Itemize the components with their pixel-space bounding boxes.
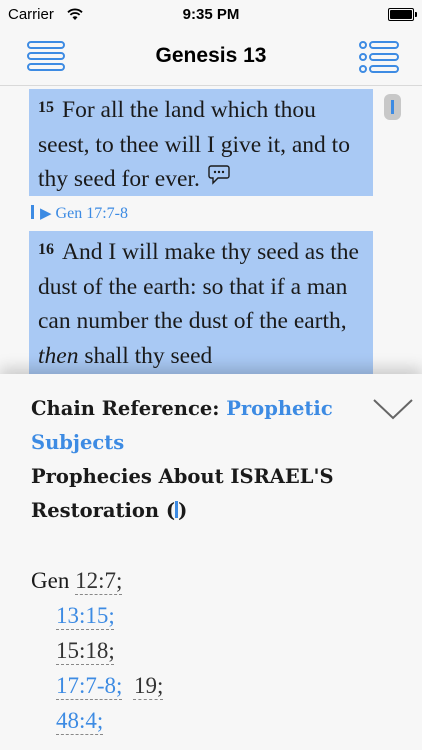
reference-link[interactable]: 19; (134, 673, 163, 698)
reference-link[interactable]: 48:4; (56, 708, 103, 733)
cross-reference-link[interactable]: ▶ Gen 17:7-8 (31, 204, 128, 223)
cross-reference-label: Gen 17:7-8 (55, 205, 128, 222)
panel-subtitle: Prophecies About ISRAEL'S Restoration () (31, 465, 334, 522)
chain-marker-icon (31, 205, 34, 219)
chain-reference-label: Chain Reference: (31, 397, 227, 420)
play-triangle-icon: ▶ (40, 206, 52, 222)
chain-reference-panel: Chain Reference: Prophetic Subjects Prop… (0, 374, 422, 750)
list-icon[interactable] (358, 40, 400, 74)
scroll-indicator[interactable] (384, 94, 401, 120)
verse-number: 15 (38, 99, 54, 116)
reference-link[interactable]: 13:15; (56, 603, 115, 628)
reference-link[interactable]: 17:7-8; (56, 673, 122, 698)
book-label: Gen (31, 568, 70, 593)
status-time: 9:35 PM (182, 6, 240, 23)
verse-number: 16 (38, 241, 54, 258)
bible-text-area[interactable]: 15 For all the land which thou seest, to … (0, 87, 422, 374)
reference-link[interactable]: 15:18; (56, 638, 115, 663)
status-bar: Carrier 9:35 PM (0, 0, 422, 30)
reference-list: Gen 12:7; 13:15; 15:18; 17:7-8; 19; 48:4… (31, 563, 163, 738)
verse-16[interactable]: 16 And I will make thy seed as the dust o… (29, 231, 373, 374)
chevron-down-icon[interactable] (372, 396, 414, 424)
comment-icon[interactable] (208, 164, 230, 185)
panel-header: Chain Reference: Prophetic Subjects Prop… (31, 392, 361, 528)
verse-15[interactable]: 15 For all the land which thou seest, to … (29, 89, 373, 196)
battery-icon (388, 8, 417, 21)
navigation-bar: Genesis 13 (0, 30, 422, 86)
verse-text: And I will make thy seed as the dust of … (38, 239, 359, 369)
verse-text: For all the land which thou seest, to th… (38, 97, 350, 192)
reference-link[interactable]: 12:7; (75, 568, 122, 593)
